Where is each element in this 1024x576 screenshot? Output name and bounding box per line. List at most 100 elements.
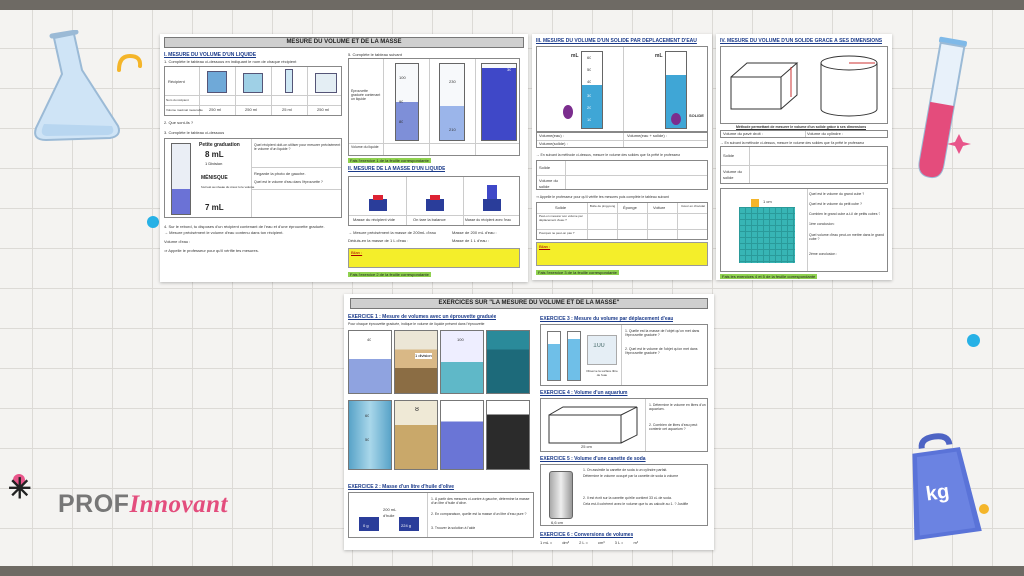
- tube-label: 80: [399, 119, 404, 124]
- tube-label: 100: [399, 75, 406, 80]
- answer-label: Volume(eau + solide) :: [627, 133, 667, 138]
- photo-cylinder: [486, 330, 530, 394]
- ex4-figure: 25 cm 1. Détermine le volume en litres d…: [540, 398, 708, 452]
- graduated-cylinder: [481, 63, 517, 141]
- table-label: Volume du liquide: [351, 145, 379, 149]
- bilan-box: Bilan :: [536, 242, 708, 266]
- question-text: Regarde la photo de gauche.: [254, 171, 306, 176]
- value-label: 200 mL d'huile: [383, 507, 397, 518]
- cuboid-diagram: [730, 62, 799, 110]
- question-text: 1. Complète le tableau ci-dessous en ind…: [164, 59, 297, 64]
- section-heading: EXERCICE 5 : Volume d'une canette de sod…: [540, 456, 646, 462]
- answer-label: Volume(eau) :: [539, 133, 564, 138]
- volume-value: 250 ml: [317, 107, 330, 112]
- tube-label: 90: [399, 99, 404, 104]
- answer-label: Volume(solide) :: [539, 141, 568, 146]
- question-text: → Mesure précisément le volume d'eau con…: [164, 230, 284, 235]
- question-text: Cela est-il cohérent avec le volume que …: [583, 502, 689, 506]
- swirl-decoration: [117, 53, 143, 72]
- answer-label: Volume du pavé droit :: [723, 131, 763, 136]
- formula-row: Volume du pavé droit : Volume du cylindr…: [720, 130, 888, 138]
- photo-cylinder: 40: [348, 330, 392, 394]
- solid-object: [671, 113, 681, 125]
- kg-label: kg: [924, 480, 951, 506]
- table-label: Volume maximal mesurable: [166, 108, 203, 112]
- section-heading: I. MESURE DU VOLUME D'UN LIQUIDE: [164, 52, 257, 58]
- eprouvette-table: Éprouvette graduée contenant un liquide …: [348, 58, 520, 156]
- exercise-note: Fais les exercices 4 et 5 de la feuille …: [720, 274, 818, 279]
- solid-table: Solide Volume du solide: [536, 160, 708, 190]
- question-text: Quel est le volume d'eau dans l'éprouvet…: [254, 180, 323, 184]
- table-label: Éprouvette graduée contenant un liquide: [351, 89, 381, 101]
- table-header: Solide: [555, 205, 567, 210]
- photo-cylinder: 100: [440, 330, 484, 394]
- question-text: 1. Détermine le volume en litres d'un aq…: [649, 403, 706, 411]
- question-text: 2. Combien de litres d'eau peut contenir…: [649, 423, 698, 431]
- caption: Observe la surface libre de l'eau: [586, 369, 618, 377]
- tube-label: 210: [449, 127, 456, 132]
- exercise-note: Fais l'exercice 1 de la feuille correspo…: [348, 158, 431, 163]
- table-label: Masse du récipient avec l'eau: [465, 218, 511, 222]
- table-label: Nom du récipient: [166, 98, 189, 102]
- photo-cylinder: [440, 400, 484, 470]
- scale-label: 20: [587, 105, 592, 110]
- question-text: → Mesure précisément la masse de 200mL d…: [348, 230, 436, 235]
- scale-label: 60: [587, 55, 592, 60]
- section-heading: III. MESURE DU VOLUME D'UN SOLIDE PAR DÉ…: [536, 38, 697, 44]
- conversion-row: 1 mL = dm³ 2 L = cm³ 3 L = m³: [540, 540, 639, 545]
- worksheet-dimensions: IV. MESURE DU VOLUME D'UN SOLIDE GRÂCE À…: [716, 34, 892, 280]
- section-heading: EXERCICE 6 : Conversions de volumes: [540, 532, 634, 538]
- question-text: 2. En comparaison, quelle est la masse d…: [431, 512, 527, 516]
- worksheet-volume-masse: MESURE DU VOLUME ET DE LA MASSE I. MESUR…: [160, 34, 528, 282]
- exercise-note: Fais l'exercice 3 de la feuille correspo…: [536, 270, 619, 275]
- table-label: Peut-on mesurer son volume par déplaceme…: [539, 214, 583, 222]
- section-heading: EXERCICE 3 : Mesure du volume par déplac…: [540, 316, 674, 322]
- yellow-dot: [979, 504, 989, 514]
- question-text: Détermine le volume occupé par la canett…: [583, 474, 679, 478]
- exercise-note: Fais l'exercice 2 de la feuille correspo…: [348, 272, 431, 277]
- table-label: Récipient: [168, 79, 185, 84]
- question-text: Quel volume d'eau peut-on mettre dans le…: [809, 233, 884, 241]
- table-label: On tare la balance: [413, 217, 446, 222]
- table-label: Volume du solide: [539, 178, 558, 189]
- ex5-figure: 6,6 cm 1. On assimile la canette de soda…: [540, 464, 708, 526]
- recipient-table: Récipient Nom du récipient Volume maxima…: [164, 66, 342, 116]
- label: SOLIDE: [689, 113, 704, 118]
- section-heading: IV. MESURE DU VOLUME D'UN SOLIDE GRÂCE À…: [720, 38, 883, 44]
- value-label: 224 g: [401, 523, 412, 528]
- worksheet-volume-solide: III. MESURE DU VOLUME D'UN SOLIDE PAR DÉ…: [532, 34, 712, 280]
- dimension-label: 6,6 cm: [551, 520, 564, 525]
- question-text: 2. Que sont-ils ?: [164, 120, 194, 125]
- scale-label: 40: [587, 79, 592, 84]
- question-text: 3. Trouver la solution à l'aide: [431, 526, 476, 530]
- unit-label: mL: [571, 53, 579, 59]
- question-text: Volume d'eau :: [164, 239, 191, 244]
- ex3-figure: 100 Observe la surface libre de l'eau 1.…: [540, 324, 708, 386]
- photo-cylinder: 8: [394, 400, 438, 470]
- question-text: Masse de 1 L d'eau :: [452, 238, 489, 243]
- question-text: ⇒ Appelle le professeur pour qu'il vérif…: [536, 195, 669, 199]
- table-label: Solide: [723, 153, 735, 158]
- dimension-label: 1 cm: [763, 199, 772, 204]
- question-text: 1. À partir des mesures ci-contre à gauc…: [431, 497, 530, 505]
- oil-mass-figure: 0 g 200 mL d'huile 224 g 1. À partir des…: [348, 492, 534, 538]
- label: 8 mL: [205, 150, 224, 159]
- volume-value: 250 ml: [245, 107, 258, 112]
- solid-table: Solide Volume du solide: [720, 146, 888, 184]
- solid-object: [563, 105, 573, 119]
- question-text: ⇒ Appelle le professeur pour qu'il vérif…: [164, 248, 259, 253]
- answer-label: Volume du cylindre :: [807, 131, 844, 136]
- question-text: Déduis-en la masse de 1 L d'eau :: [348, 238, 409, 243]
- graduation-table: Petite graduation 8 mL 1 Division MÉNISQ…: [164, 138, 342, 218]
- cube-grid: [739, 207, 795, 263]
- tube-label: 30: [507, 67, 512, 72]
- section-heading: EXERCICE 2 : Masse d'un litre d'huile d'…: [348, 484, 455, 490]
- table-header: Éponge: [623, 205, 637, 210]
- sheet-title: EXERCICES SUR "LA MESURE DU VOLUME ET DE…: [350, 298, 708, 309]
- scale-label: 50: [587, 67, 592, 72]
- volume-value: 250 ml: [209, 107, 222, 112]
- question-text: Combien le grand cube a-t-il de petits c…: [809, 212, 881, 216]
- scale-label: 100: [593, 343, 605, 349]
- label: l'œil est au niveau du creux lu le volum…: [201, 185, 255, 189]
- label: MÉNISQUE: [201, 175, 228, 181]
